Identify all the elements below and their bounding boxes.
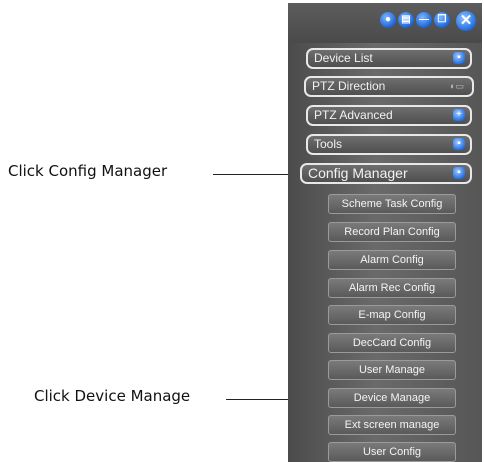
lock-icon[interactable]: ●	[380, 12, 396, 28]
config-manager-button[interactable]: Config Manager ▪	[300, 163, 472, 184]
config-manager-label: Config Manager	[308, 165, 408, 181]
restore-icon[interactable]: ❐	[434, 12, 450, 28]
close-icon[interactable]: ✕	[456, 11, 476, 31]
submenu-record-plan-config[interactable]: Record Plan Config	[328, 222, 456, 242]
submenu-user-config[interactable]: User Config	[328, 442, 456, 462]
ptz-direction-label: PTZ Direction	[312, 79, 386, 93]
tools-label: Tools	[314, 137, 343, 151]
submenu-device-manage[interactable]: Device Manage	[328, 388, 456, 408]
tools-button[interactable]: Tools ▪	[306, 134, 472, 155]
minimize-icon[interactable]: —	[416, 12, 432, 28]
ptz-advanced-label: PTZ Advanced	[314, 108, 393, 122]
device-list-button[interactable]: Device List ▪	[306, 48, 472, 69]
submenu-alarm-config[interactable]: Alarm Config	[328, 250, 456, 270]
ptz-advanced-plus-icon: +	[453, 109, 465, 121]
config-manager-icon: ▪	[453, 167, 465, 179]
submenu-emap-config[interactable]: E-map Config	[328, 305, 456, 325]
submenu-ext-screen-manage[interactable]: Ext screen manage	[328, 415, 456, 435]
control-panel: ● ▤ — ❐ ✕ Device List ▪ PTZ Direction ◐▭…	[288, 3, 482, 462]
tools-icon: ▪	[453, 138, 465, 150]
submenu-scheme-task-config[interactable]: Scheme Task Config	[328, 194, 456, 214]
callout-config-manager: Click Config Manager	[8, 162, 168, 180]
submenu-alarm-rec-config[interactable]: Alarm Rec Config	[328, 278, 456, 298]
submenu-deccard-config[interactable]: DecCard Config	[328, 333, 456, 353]
panel-titlebar: ● ▤ — ❐ ✕	[288, 3, 482, 43]
device-list-label: Device List	[314, 51, 373, 65]
ptz-direction-toggle-icon: ◐▭	[450, 81, 464, 91]
save-icon[interactable]: ▤	[398, 12, 414, 28]
submenu-user-manage[interactable]: User Manage	[328, 360, 456, 380]
ptz-advanced-button[interactable]: PTZ Advanced +	[306, 105, 472, 126]
device-list-icon: ▪	[453, 52, 465, 64]
ptz-direction-button[interactable]: PTZ Direction ◐▭	[304, 76, 474, 97]
callout-device-manage: Click Device Manage	[34, 387, 191, 405]
